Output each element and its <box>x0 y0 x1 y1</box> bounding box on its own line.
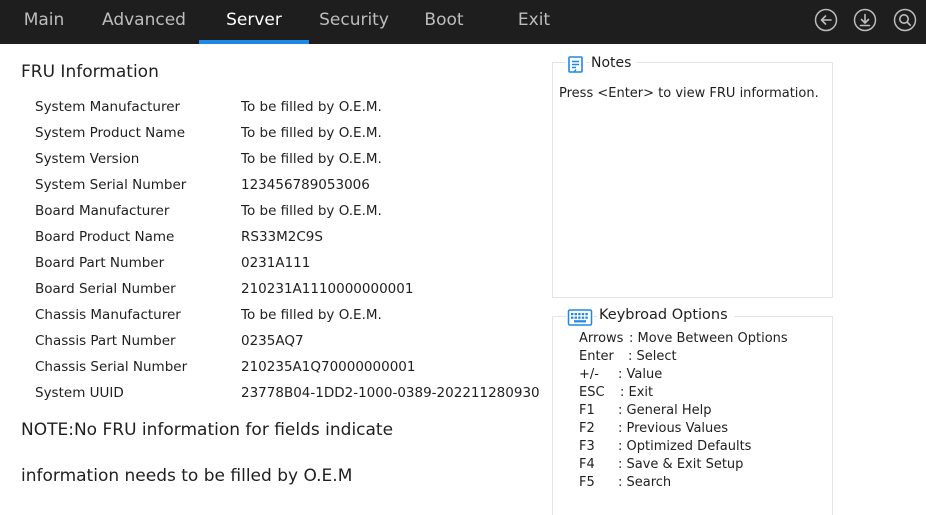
fru-value: 0231A111 <box>241 255 311 271</box>
fru-value: To be filled by O.E.M. <box>241 307 382 323</box>
fru-label: System Manufacturer <box>35 99 181 115</box>
kb-key: Arrows <box>579 331 624 346</box>
fru-row-system-version[interactable]: System Version To be filled by O.E.M. <box>0 151 548 177</box>
kb-desc: : Search <box>618 475 672 490</box>
fru-value: To be filled by O.E.M. <box>241 125 382 141</box>
fru-value: To be filled by O.E.M. <box>241 99 382 115</box>
fru-label: System Product Name <box>35 125 186 141</box>
fru-label: Chassis Part Number <box>35 333 176 349</box>
kb-desc: : Previous Values <box>618 421 729 436</box>
kb-desc: : Save & Exit Setup <box>618 457 744 472</box>
fru-label: System Serial Number <box>35 177 187 193</box>
fru-row-system-manufacturer[interactable]: System Manufacturer To be filled by O.E.… <box>0 99 548 125</box>
note-text-line-1: NOTE:No FRU information for fields indic… <box>21 420 394 440</box>
fru-label: System UUID <box>35 385 124 401</box>
fru-label: Board Serial Number <box>35 281 176 297</box>
kb-key: +/- <box>579 367 599 382</box>
fru-label: Chassis Serial Number <box>35 359 188 375</box>
kb-desc: : Optimized Defaults <box>618 439 752 454</box>
tab-exit[interactable]: Exit <box>494 0 574 44</box>
fru-value: 210231A1110000000001 <box>241 281 414 297</box>
fru-value: To be filled by O.E.M. <box>241 151 382 167</box>
keyboard-icon <box>567 307 593 327</box>
notes-title: Notes <box>589 55 638 71</box>
kb-key: F2 <box>579 421 595 436</box>
kb-key: ESC <box>579 385 605 400</box>
fru-value: RS33M2C9S <box>241 229 323 245</box>
fru-row-board-product-name[interactable]: Board Product Name RS33M2C9S <box>0 229 548 255</box>
fru-row-board-serial-number[interactable]: Board Serial Number 210231A1110000000001 <box>0 281 548 307</box>
fru-value: 123456789053006 <box>241 177 370 193</box>
notes-icon <box>566 55 586 75</box>
notes-text: Press <Enter> to view FRU information. <box>559 86 819 101</box>
fru-value: 0235AQ7 <box>241 333 304 349</box>
fru-row-chassis-serial-number[interactable]: Chassis Serial Number 210235A1Q700000000… <box>0 359 548 385</box>
tab-advanced[interactable]: Advanced <box>94 0 194 44</box>
fru-value: To be filled by O.E.M. <box>241 203 382 219</box>
fru-value: 23778B04-1DD2-1000-0389-202211280930 <box>241 385 540 401</box>
kb-desc: : Select <box>628 349 677 364</box>
fru-value: 210235A1Q70000000001 <box>241 359 416 375</box>
kb-desc: : Move Between Options <box>629 331 788 346</box>
page-title: FRU Information <box>21 62 159 82</box>
fru-label: Board Part Number <box>35 255 165 271</box>
top-menu-bar: Main Advanced Server Security Boot Exit <box>0 0 926 44</box>
fru-label: Board Manufacturer <box>35 203 170 219</box>
kb-desc: : Value <box>618 367 663 382</box>
keyboard-options-title: Keybroad Options <box>597 307 734 323</box>
download-icon[interactable] <box>853 8 877 32</box>
kb-desc: : General Help <box>618 403 712 418</box>
fru-label: Board Product Name <box>35 229 175 245</box>
fru-row-system-product-name[interactable]: System Product Name To be filled by O.E.… <box>0 125 548 151</box>
kb-key: F4 <box>579 457 595 472</box>
fru-row-board-manufacturer[interactable]: Board Manufacturer To be filled by O.E.M… <box>0 203 548 229</box>
kb-key: F5 <box>579 475 595 490</box>
kb-desc: : Exit <box>620 385 654 400</box>
tab-boot[interactable]: Boot <box>404 0 484 44</box>
tab-security[interactable]: Security <box>309 0 399 44</box>
fru-row-system-uuid[interactable]: System UUID 23778B04-1DD2-1000-0389-2022… <box>0 385 548 411</box>
fru-row-chassis-part-number[interactable]: Chassis Part Number 0235AQ7 <box>0 333 548 359</box>
kb-key: Enter <box>579 349 614 364</box>
search-icon[interactable] <box>893 8 917 32</box>
kb-key: F1 <box>579 403 595 418</box>
fru-row-board-part-number[interactable]: Board Part Number 0231A111 <box>0 255 548 281</box>
fru-row-chassis-manufacturer[interactable]: Chassis Manufacturer To be filled by O.E… <box>0 307 548 333</box>
tab-server[interactable]: Server <box>199 0 309 44</box>
fru-row-system-serial-number[interactable]: System Serial Number 123456789053006 <box>0 177 548 203</box>
tab-main[interactable]: Main <box>4 0 84 44</box>
fru-label: Chassis Manufacturer <box>35 307 181 323</box>
fru-label: System Version <box>35 151 140 167</box>
kb-key: F3 <box>579 439 595 454</box>
active-tab-indicator <box>199 40 309 44</box>
note-text-line-2: information needs to be filled by O.E.M <box>21 466 353 486</box>
back-icon[interactable] <box>814 8 838 32</box>
